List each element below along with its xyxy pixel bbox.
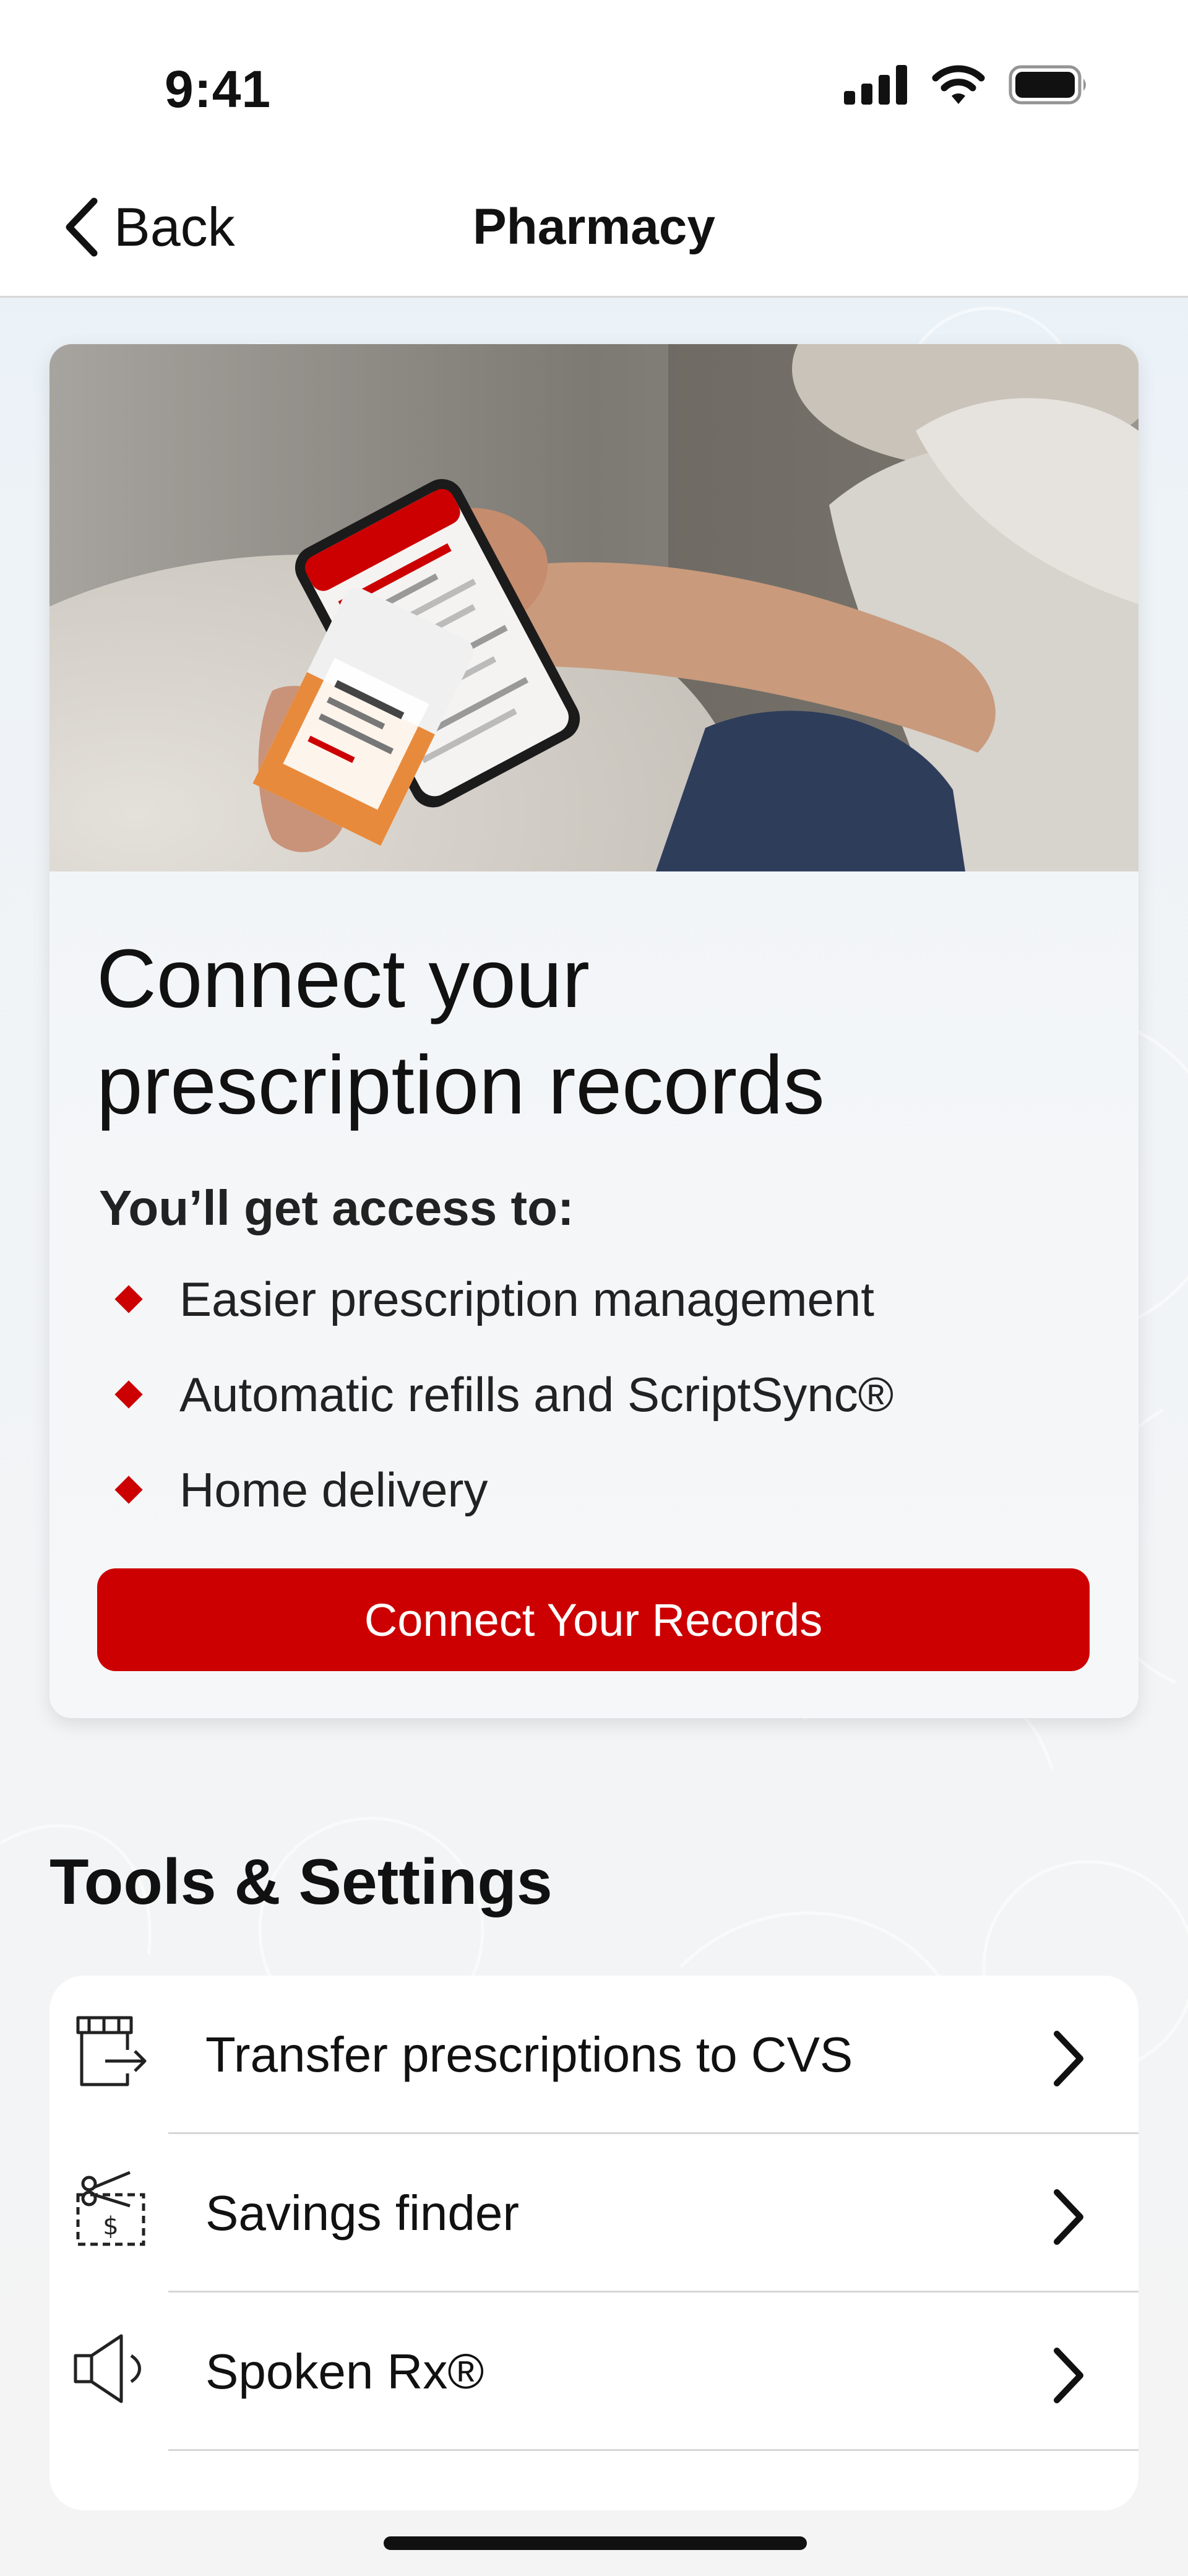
diamond-bullet-icon: [114, 1285, 143, 1313]
benefit-text: Home delivery: [179, 1462, 488, 1517]
transfer-prescription-icon: [76, 2016, 147, 2086]
tool-label: Transfer prescriptions to CVS: [205, 2027, 853, 2082]
chevron-right-icon: [1054, 2189, 1083, 2245]
diamond-bullet-icon: [114, 1380, 143, 1409]
savings-finder-row[interactable]: $ Savings finder: [50, 2134, 1138, 2293]
row-divider: [168, 2449, 1138, 2451]
benefit-item: Automatic refills and ScriptSync®: [114, 1347, 894, 1442]
spoken-rx-row[interactable]: Spoken Rx®: [50, 2293, 1138, 2451]
status-icons: [844, 64, 1089, 105]
tool-label: Spoken Rx®: [205, 2344, 484, 2399]
wifi-icon: [932, 65, 985, 104]
status-bar: 9:41: [0, 0, 1188, 161]
chevron-right-icon: [1054, 2348, 1083, 2403]
hero-image: [50, 344, 1138, 871]
svg-text:$: $: [103, 2212, 118, 2241]
transfer-prescriptions-row[interactable]: Transfer prescriptions to CVS: [50, 1976, 1138, 2134]
tool-label: Savings finder: [205, 2185, 519, 2241]
benefits-list: Easier prescription management Automatic…: [114, 1251, 894, 1537]
benefit-item: Easier prescription management: [114, 1251, 893, 1347]
chevron-right-icon: [1054, 2031, 1083, 2086]
tools-settings-heading: Tools & Settings: [50, 1846, 553, 1918]
coupon-savings-icon: $: [76, 2171, 145, 2246]
benefit-text: Easier prescription management: [179, 1271, 874, 1326]
connect-records-card: Connect your prescription records You’ll…: [50, 344, 1138, 1718]
cellular-signal-icon: [844, 65, 907, 105]
speaker-icon: [74, 2334, 141, 2403]
access-heading: You’ll get access to:: [99, 1180, 574, 1235]
navigation-bar: Back Pharmacy: [0, 161, 1188, 298]
connect-records-button[interactable]: Connect Your Records: [97, 1568, 1090, 1671]
home-indicator: [384, 2536, 807, 2550]
status-time: 9:41: [165, 60, 272, 118]
promo-title-line-2: prescription records: [97, 1039, 825, 1131]
promo-title-line-1: Connect your: [97, 933, 590, 1025]
battery-icon: [1009, 65, 1086, 105]
benefit-item: Home delivery: [114, 1442, 893, 1537]
page-title: Pharmacy: [472, 199, 716, 255]
tools-settings-list: Transfer prescriptions to CVS $ Savings …: [50, 1976, 1138, 2510]
benefit-text: Automatic refills and ScriptSync®: [179, 1367, 894, 1422]
diamond-bullet-icon: [114, 1476, 143, 1504]
promo-title: Connect your prescription records: [97, 926, 1087, 1139]
